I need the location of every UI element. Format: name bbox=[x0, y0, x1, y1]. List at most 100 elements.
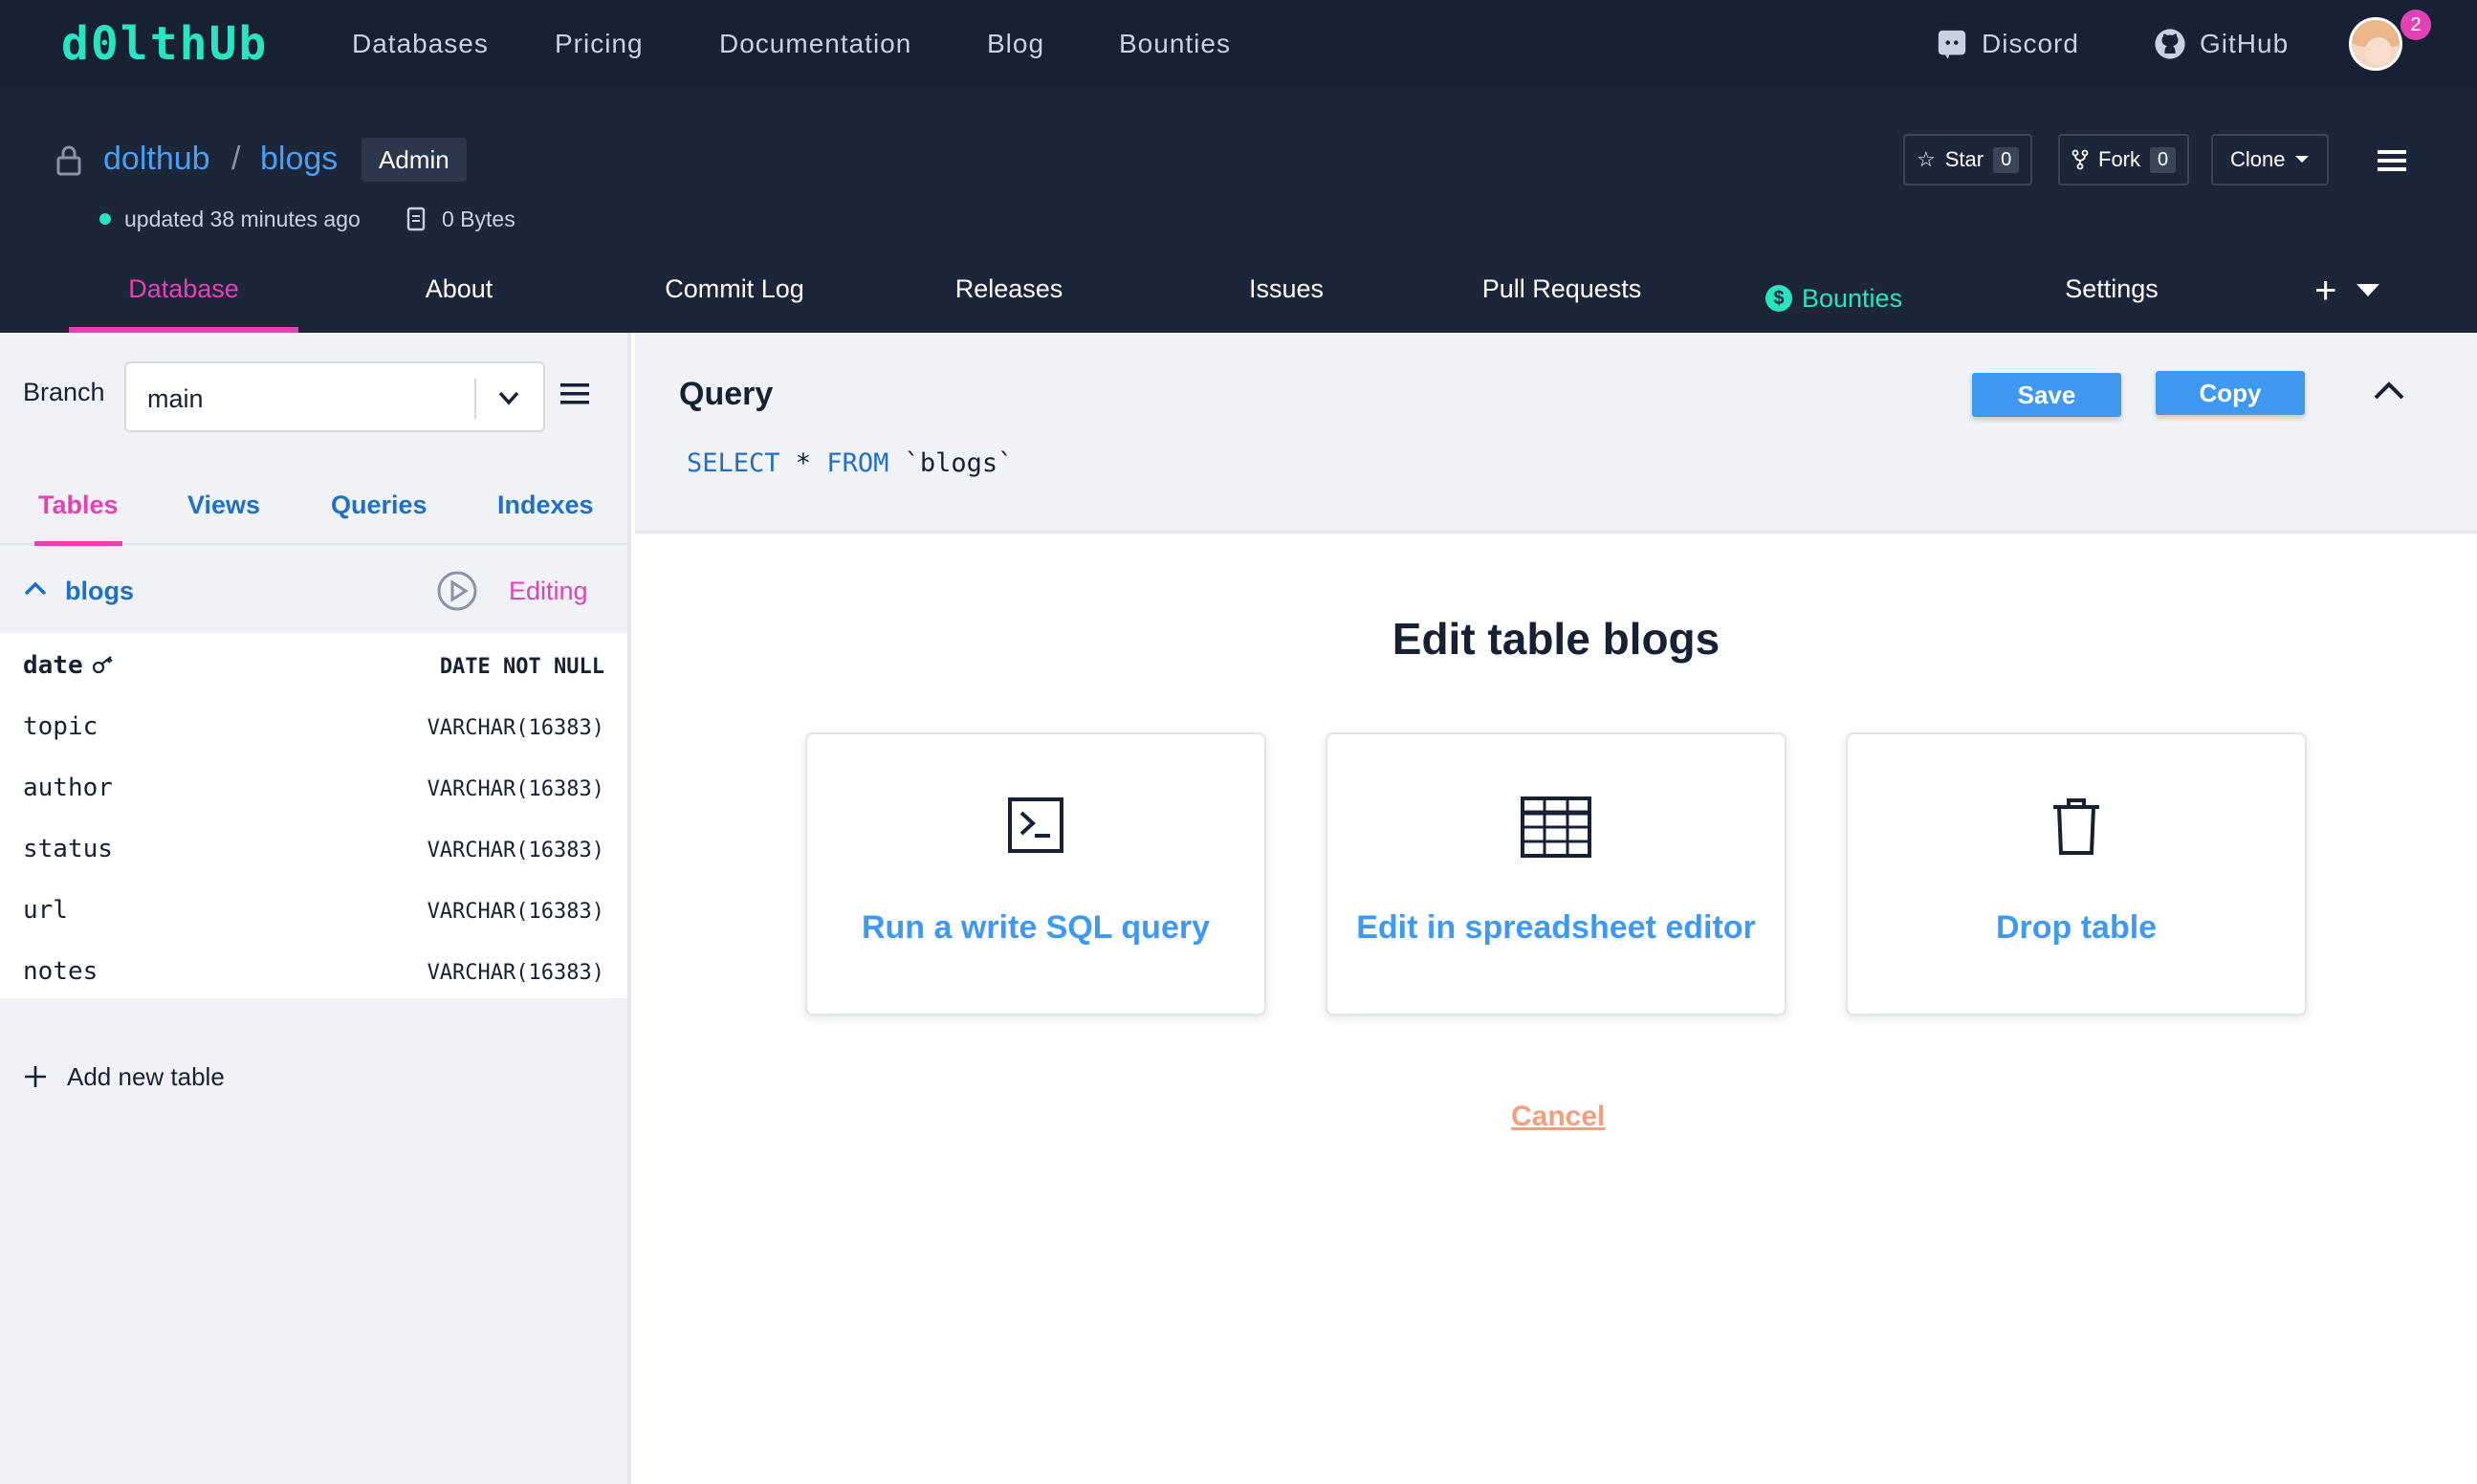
repo-name-link[interactable]: blogs bbox=[260, 138, 338, 180]
list-menu-icon[interactable] bbox=[560, 382, 589, 405]
updated-text: updated 38 minutes ago bbox=[124, 207, 361, 231]
tab-commit-log[interactable]: Commit Log bbox=[650, 264, 819, 333]
user-avatar[interactable] bbox=[2349, 17, 2402, 71]
discord-icon bbox=[1938, 30, 1966, 59]
fork-button[interactable]: Fork 0 bbox=[2058, 134, 2190, 186]
sidebar-subtabs: Tables Views Queries Indexes bbox=[0, 476, 627, 546]
cancel-link[interactable]: Cancel bbox=[1511, 1098, 1605, 1136]
column-name: date bbox=[23, 650, 116, 681]
size-info: 0 Bytes bbox=[406, 205, 515, 233]
subtab-tables[interactable]: Tables bbox=[34, 488, 122, 546]
top-navbar: d0lthUb Databases Pricing Documentation … bbox=[0, 0, 2477, 88]
github-link[interactable]: GitHub bbox=[2154, 25, 2289, 63]
column-row: url VARCHAR(16383) bbox=[0, 880, 627, 941]
tab-releases[interactable]: Releases bbox=[937, 264, 1081, 333]
drop-table-card[interactable]: Drop table bbox=[1846, 732, 2307, 1015]
column-type: VARCHAR(16383) bbox=[427, 961, 604, 985]
select-divider bbox=[474, 379, 476, 419]
clone-label: Clone bbox=[2230, 147, 2286, 171]
tab-issues[interactable]: Issues bbox=[1224, 264, 1348, 333]
query-title: Query bbox=[679, 376, 774, 412]
column-name: author bbox=[23, 774, 113, 802]
tab-pull-requests[interactable]: Pull Requests bbox=[1463, 264, 1660, 333]
github-icon bbox=[2155, 29, 2185, 59]
tab-database[interactable]: Database bbox=[69, 264, 298, 333]
repo-menu-icon[interactable] bbox=[2378, 149, 2406, 172]
repo-header: dolthub / blogs Admin updated 38 minutes… bbox=[0, 88, 2477, 333]
tab-settings[interactable]: Settings bbox=[2047, 264, 2177, 333]
chevron-down-icon bbox=[498, 391, 519, 405]
star-icon: ☆ bbox=[1917, 147, 1936, 171]
status-dot bbox=[99, 213, 111, 225]
discord-label: Discord bbox=[1982, 29, 2079, 58]
branch-label: Branch bbox=[23, 378, 105, 406]
chevron-up-icon[interactable] bbox=[23, 579, 48, 599]
table-header[interactable]: blogs Editing bbox=[0, 551, 627, 633]
column-type: VARCHAR(16383) bbox=[427, 839, 604, 862]
size-text: 0 Bytes bbox=[442, 207, 515, 231]
admin-badge: Admin bbox=[362, 138, 467, 182]
run-sql-card[interactable]: Run a write SQL query bbox=[805, 732, 1266, 1015]
sidebar: Branch main Tables Views Queries Indexes… bbox=[0, 333, 631, 1484]
fork-label: Fork bbox=[2098, 147, 2140, 171]
column-type: VARCHAR(16383) bbox=[427, 716, 604, 740]
table-grid-icon bbox=[1521, 797, 1591, 858]
repo-owner-link[interactable]: dolthub bbox=[103, 138, 210, 180]
subtab-indexes[interactable]: Indexes bbox=[497, 488, 594, 522]
drop-table-label: Drop table bbox=[1995, 909, 2158, 946]
column-row: date DATE NOT NULL bbox=[0, 635, 627, 696]
key-icon bbox=[92, 656, 113, 674]
branch-value: main bbox=[147, 384, 204, 413]
branch-select[interactable]: main bbox=[124, 361, 545, 432]
tab-bounties-label: Bounties bbox=[1802, 284, 1903, 313]
subtab-queries[interactable]: Queries bbox=[331, 488, 427, 522]
column-name: topic bbox=[23, 712, 99, 741]
column-name: url bbox=[23, 896, 68, 925]
terminal-icon bbox=[1008, 797, 1063, 853]
fork-icon bbox=[2071, 149, 2089, 170]
editing-label[interactable]: Editing bbox=[509, 574, 588, 608]
column-type: VARCHAR(16383) bbox=[427, 777, 604, 801]
play-icon[interactable] bbox=[436, 570, 478, 612]
more-tabs-menu[interactable]: + bbox=[2314, 270, 2380, 312]
plus-icon: + bbox=[2314, 270, 2337, 312]
star-label: Star bbox=[1944, 147, 1984, 171]
subtab-views[interactable]: Views bbox=[187, 488, 260, 522]
nav-blog[interactable]: Blog bbox=[987, 27, 1044, 61]
nav-documentation[interactable]: Documentation bbox=[719, 27, 911, 61]
save-button[interactable]: Save bbox=[1972, 373, 2121, 417]
column-name: status bbox=[23, 835, 113, 863]
plus-icon bbox=[25, 1066, 46, 1087]
query-panel: Query SELECT * FROM `blogs` Save Copy bbox=[635, 333, 2477, 534]
run-sql-label: Run a write SQL query bbox=[861, 909, 1210, 946]
star-count: 0 bbox=[1993, 146, 2020, 173]
tab-about[interactable]: About bbox=[383, 264, 536, 333]
discord-link[interactable]: Discord bbox=[1936, 25, 2079, 63]
edit-table-title: Edit table blogs bbox=[1392, 614, 1721, 664]
star-button[interactable]: ☆ Star 0 bbox=[1903, 134, 2033, 186]
updated-info: updated 38 minutes ago bbox=[99, 205, 361, 233]
chevron-up-icon[interactable] bbox=[2372, 379, 2406, 402]
notification-badge[interactable]: 2 bbox=[2400, 10, 2431, 40]
column-row: status VARCHAR(16383) bbox=[0, 818, 627, 880]
copy-button[interactable]: Copy bbox=[2156, 371, 2305, 415]
dolthub-logo[interactable]: d0lthUb bbox=[61, 21, 268, 67]
add-table-button[interactable]: Add new table bbox=[23, 1059, 225, 1094]
spreadsheet-editor-card[interactable]: Edit in spreadsheet editor bbox=[1326, 732, 1787, 1015]
tab-bounties[interactable]: $ Bounties bbox=[1765, 264, 1902, 333]
caret-down-icon bbox=[2295, 156, 2310, 163]
nav-databases[interactable]: Databases bbox=[352, 27, 489, 61]
table-name[interactable]: blogs bbox=[65, 574, 134, 608]
lock-icon bbox=[56, 145, 81, 176]
column-name: notes bbox=[23, 957, 99, 986]
query-editor[interactable]: SELECT * FROM `blogs` bbox=[687, 447, 1013, 480]
column-type: DATE NOT NULL bbox=[439, 655, 604, 679]
add-table-label: Add new table bbox=[67, 1062, 225, 1091]
column-row: notes VARCHAR(16383) bbox=[0, 941, 627, 1002]
repo-tabs: Database About Commit Log Releases Issue… bbox=[0, 264, 2477, 333]
repo-path-separator: / bbox=[231, 141, 241, 177]
spreadsheet-editor-label: Edit in spreadsheet editor bbox=[1356, 909, 1756, 946]
nav-pricing[interactable]: Pricing bbox=[555, 27, 644, 61]
clone-button[interactable]: Clone bbox=[2211, 134, 2330, 186]
nav-bounties[interactable]: Bounties bbox=[1119, 27, 1231, 61]
